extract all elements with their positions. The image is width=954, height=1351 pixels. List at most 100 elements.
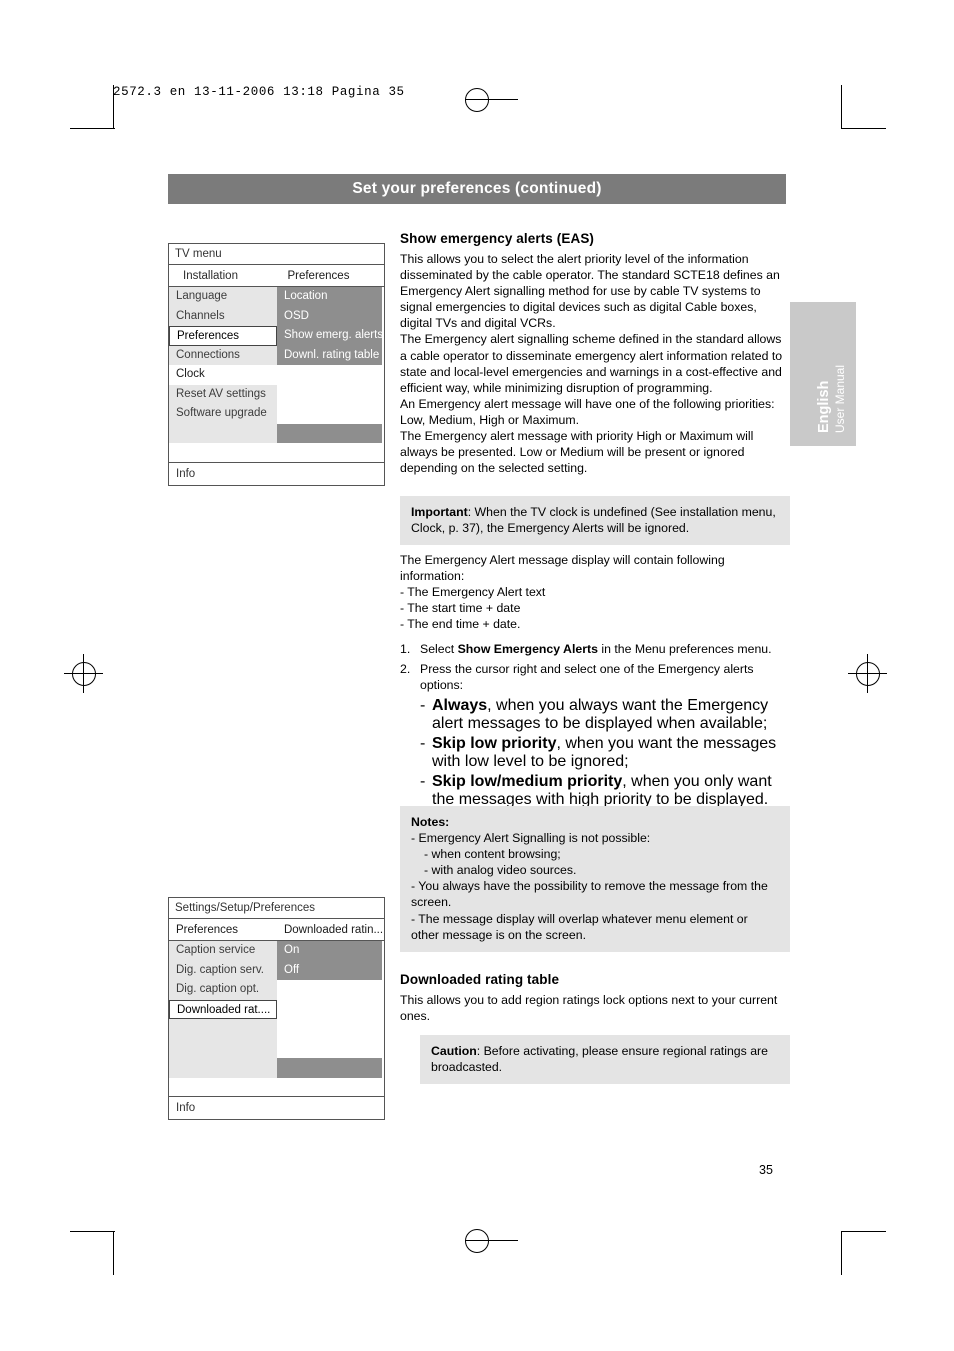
menu-option-blank-2 [277,384,382,404]
caution-label: Caution [431,1044,477,1058]
print-slug: 2572.3 en 13-11-2006 13:18 Pagina 35 [113,85,405,99]
menu-item-dig-caption-opt[interactable]: Dig. caption opt. [169,980,277,1000]
page: 2572.3 en 13-11-2006 13:18 Pagina 35 Set… [0,0,954,1351]
dash-2: - [420,735,426,753]
step-1-number: 1. [400,642,411,656]
menu-option-blank-b5 [277,1058,382,1078]
registration-mark-top [465,88,489,112]
notes-title: Notes: [411,815,450,829]
crop-mark-top-left-h [70,128,115,129]
dash-1: - [420,697,426,715]
eas-heading: Show emergency alerts (EAS) [400,231,595,246]
menu-option-blank-b1 [277,980,382,1000]
eas-option-3-content: Skip low/medium priority, when you only … [432,773,790,809]
step-1-text-b: in the Menu preferences menu. [597,642,772,656]
eas-option-3-bold: Skip low/medium priority [432,773,623,791]
registration-line-top [465,99,518,100]
registration-line-left-h [64,673,103,674]
menu-item-empty-bottom-2 [169,1038,277,1058]
eas-option-3: - Skip low/medium priority, when you onl… [420,773,790,809]
drt-heading: Downloaded rating table [400,972,560,987]
menu-item-downloaded-rating[interactable]: Downloaded rat.... [169,999,277,1019]
eas-option-1: - Always, when you always want the Emerg… [420,697,790,733]
tv-menu-screenshot-bottom: Settings/Setup/Preferences Preferences D… [168,897,385,1120]
eas-option-1-content: Always, when you always want the Emergen… [432,697,790,733]
eas-bullet-1: - The Emergency Alert text [400,585,546,600]
tv-menu-bottom-left-column: Caption service Dig. caption serv. Dig. … [169,941,277,1078]
eas-paragraph-2: The Emergency alert signalling scheme de… [400,332,783,395]
menu-option-show-emerg-alerts[interactable]: Show emerg. alerts [277,326,382,346]
menu-option-blank-b4 [277,1038,382,1058]
menu-option-blank-3 [277,404,382,424]
menu-option-blank-4 [277,423,382,443]
tv-menu-bottom-header: Settings/Setup/Preferences [169,898,384,919]
tv-menu-top-right-column: Location OSD Show emerg. alerts Downl. r… [277,287,382,443]
notes-item-4: - You always have the possibility to rem… [411,879,768,910]
menu-option-location[interactable]: Location [277,287,382,307]
menu-option-downl-rating-table[interactable]: Downl. rating table [277,345,382,365]
menu-option-blank-1 [277,365,382,385]
menu-option-off[interactable]: Off [277,960,382,980]
caution-callout: Caution: Before activating, please ensur… [420,1035,790,1085]
eas-bullet-3: - The end time + date. [400,617,521,632]
registration-mark-left [72,662,96,686]
eas-option-1-bold: Always [432,697,488,715]
step-1-text-a: Select [420,642,458,656]
registration-line-bottom [465,1240,518,1241]
menu-item-reset-av-settings[interactable]: Reset AV settings [169,384,277,404]
eas-paragraph-4: The Emergency alert message with priorit… [400,429,754,476]
menu-item-software-upgrade[interactable]: Software upgrade [169,404,277,424]
notes-item-5: - The message display will overlap whate… [411,911,748,942]
notes-callout: Notes: - Emergency Alert Signalling is n… [400,806,790,952]
menu-item-preferences[interactable]: Preferences [169,326,277,346]
menu-option-osd[interactable]: OSD [277,306,382,326]
menu-item-connections[interactable]: Connections [169,345,277,365]
drt-section: Downloaded rating table This allows you … [400,972,790,1024]
menu-item-channels[interactable]: Channels [169,306,277,326]
eas-display-info: The Emergency Alert message display will… [400,552,790,632]
eas-steps: 1. Select Show Emergency Alerts in the M… [400,641,790,809]
menu-item-language[interactable]: Language [169,287,277,307]
menu-item-empty-top-left [169,423,277,443]
menu-item-empty-bottom-3 [169,1058,277,1078]
registration-mark-right [856,662,880,686]
drt-paragraph-1: This allows you to add region ratings lo… [400,993,778,1024]
menu-item-empty-bottom-1 [169,1019,277,1039]
step-2-number: 2. [400,662,411,677]
step-1: 1. Select Show Emergency Alerts in the M… [400,641,790,657]
page-number: 35 [759,1163,773,1177]
step-1-content: Select Show Emergency Alerts in the Menu… [420,641,772,657]
eas-option-2-content: Skip low priority, when you want the mes… [432,735,790,771]
tv-menu-top-left-column: Language Channels Preferences Connection… [169,287,277,443]
notes-item-3: - with analog video sources. [424,863,577,878]
eas-paragraph-1: This allows you to select the alert prio… [400,252,780,331]
menu-item-caption-service[interactable]: Caption service [169,941,277,961]
crop-mark-bottom-right-h [841,1231,886,1232]
tv-menu-top-preferences-title: Preferences [287,269,350,282]
eas-bullet-2: - The start time + date [400,601,521,616]
crop-mark-top-right-h [841,128,886,129]
crop-mark-bottom-left-h [70,1231,115,1232]
menu-option-on[interactable]: On [277,941,382,961]
side-tab-manual: User Manual [833,364,847,433]
page-title: Set your preferences (continued) [168,174,786,204]
eas-option-2-bold: Skip low priority [432,735,557,753]
menu-item-clock[interactable]: Clock [169,365,277,385]
eas-option-2: - Skip low priority, when you want the m… [420,735,790,771]
tv-menu-bottom-downloaded-rating-title: Downloaded ratin... [283,923,384,936]
important-label: Important [411,505,468,519]
menu-item-dig-caption-serv[interactable]: Dig. caption serv. [169,960,277,980]
tv-menu-bottom-info: Info [169,1095,384,1119]
tv-menu-bottom-preferences: Preferences [176,923,239,936]
tv-menu-top-info: Info [169,462,384,485]
menu-option-blank-b3 [277,1019,382,1039]
crop-mark-top-right-v [841,85,842,129]
crop-mark-bottom-left-v [113,1231,114,1275]
notes-item-2: - when content browsing; [424,847,561,862]
registration-line-right-h [848,673,887,674]
step-1-bold: Show Emergency Alerts [457,642,598,656]
dash-3: - [420,773,426,791]
step-2: 2. Press the cursor right and select one… [400,661,790,693]
eas-section: Show emergency alerts (EAS) This allows … [400,231,790,476]
tv-menu-top-installation: Installation [183,269,238,282]
